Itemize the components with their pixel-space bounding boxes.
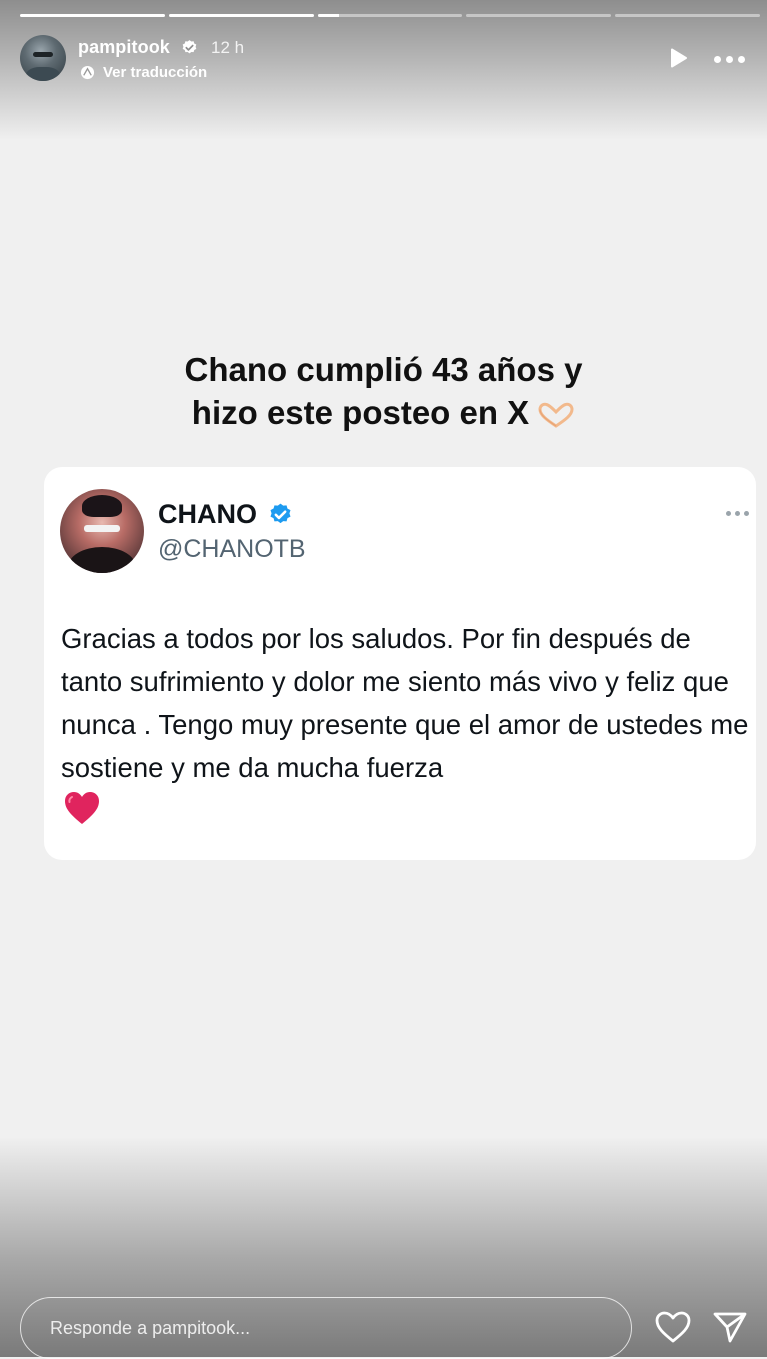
reply-placeholder: Responde a pampitook... bbox=[50, 1318, 251, 1338]
tweet-card[interactable]: CHANO @CHANOTB Gracias a todos por los s… bbox=[44, 467, 756, 860]
story-progress-segment bbox=[466, 14, 612, 17]
heart-hands-icon bbox=[538, 403, 574, 429]
story-progress-segment bbox=[615, 14, 760, 17]
tweet-author-avatar[interactable] bbox=[60, 489, 144, 573]
tweet-more-icon[interactable] bbox=[726, 511, 749, 516]
story-progress-segment bbox=[168, 14, 314, 17]
more-options-icon[interactable] bbox=[714, 54, 746, 64]
see-translation-link[interactable]: Ver traducción bbox=[103, 64, 207, 81]
story-time: 12 h bbox=[211, 38, 245, 57]
reply-input[interactable]: Responde a pampitook... bbox=[20, 1297, 632, 1359]
story-headline: Chano cumplió 43 años y hizo este posteo… bbox=[0, 348, 767, 434]
tweet-text: Gracias a todos por los saludos. Por fin… bbox=[61, 623, 749, 783]
story-progress-segment bbox=[20, 14, 165, 17]
heart-icon[interactable] bbox=[654, 1310, 692, 1344]
tweet-author-handle[interactable]: @CHANOTB bbox=[158, 535, 306, 564]
story-author-avatar[interactable] bbox=[20, 35, 66, 81]
translate-icon bbox=[80, 65, 95, 80]
red-heart-icon bbox=[65, 792, 99, 824]
play-icon[interactable] bbox=[667, 47, 689, 69]
verified-badge-icon bbox=[270, 503, 291, 524]
verified-badge-icon bbox=[182, 40, 197, 54]
story-progress-segment bbox=[317, 14, 463, 17]
story-username[interactable]: pampitook bbox=[78, 37, 170, 58]
tweet-author-name[interactable]: CHANO bbox=[158, 499, 257, 530]
headline-line-2: hizo este posteo en X bbox=[0, 391, 767, 434]
send-icon[interactable] bbox=[712, 1310, 748, 1344]
headline-line-2-text: hizo este posteo en X bbox=[191, 394, 530, 431]
headline-line-1: Chano cumplió 43 años y bbox=[184, 351, 583, 388]
story-progress-bar bbox=[20, 14, 760, 17]
